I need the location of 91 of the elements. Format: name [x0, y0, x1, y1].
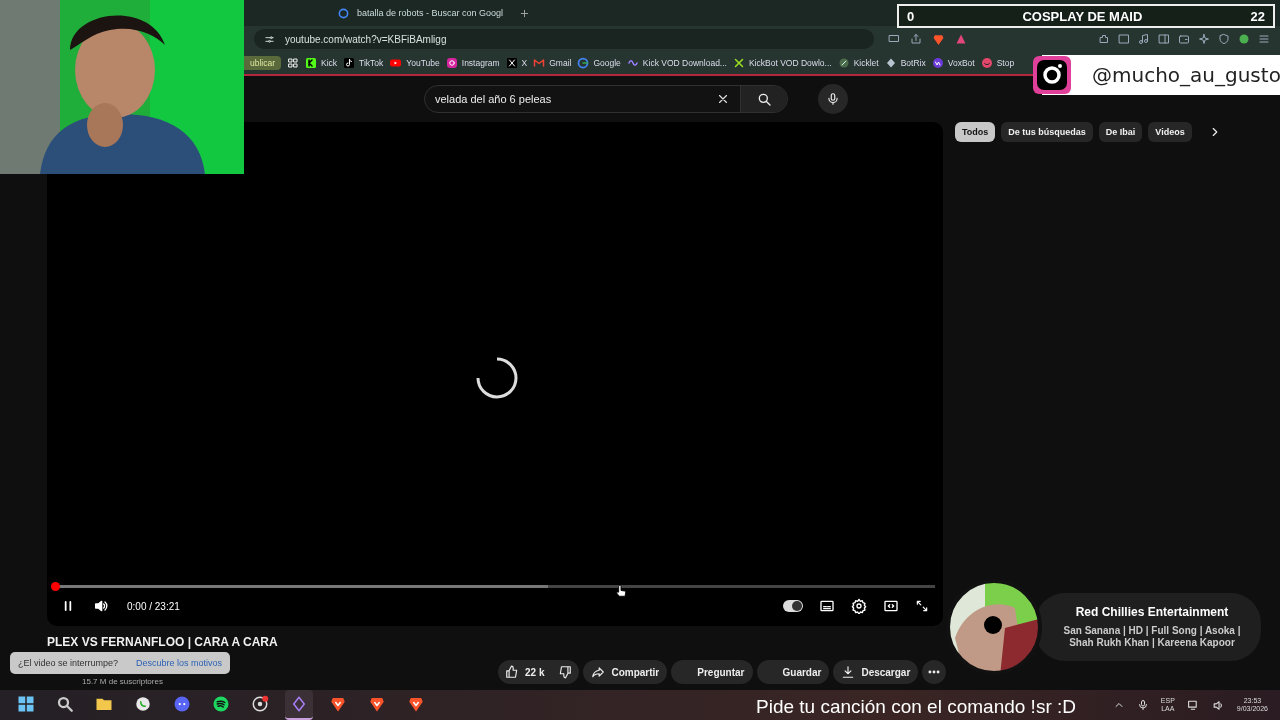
download-icon — [841, 665, 856, 679]
smile-icon — [980, 57, 993, 69]
search-field[interactable]: velada del año 6 peleas — [424, 85, 788, 113]
subscriber-count: 15.7 M de suscriptores — [82, 677, 163, 686]
browser-tab[interactable]: batalla de robots - Buscar con Googl — [332, 3, 510, 23]
music-icon[interactable] — [212, 695, 230, 713]
windows-icon[interactable] — [17, 695, 35, 713]
volume-icon[interactable] — [93, 598, 109, 614]
music-note-icon[interactable] — [1138, 33, 1150, 45]
search-icon[interactable] — [56, 695, 74, 713]
instagram-handle: @mucho_au_gusto — [1092, 63, 1280, 87]
toast-link[interactable]: Descubre los motivos — [136, 658, 223, 668]
menu-icon[interactable] — [1258, 33, 1270, 45]
progress-thumb[interactable] — [51, 582, 60, 591]
bookmark[interactable]: VoxBot — [931, 57, 975, 69]
network-icon[interactable] — [1186, 698, 1200, 712]
bookmark[interactable]: Kick — [305, 57, 338, 69]
video-title: PLEX VS FERNANFLOO | CARA A CARA — [47, 635, 278, 649]
toast-message: ¿El video se interrumpe? — [18, 658, 119, 668]
sidebar-icon[interactable] — [1158, 33, 1170, 45]
video-player[interactable]: 0:00 / 23:21 — [47, 122, 943, 626]
play-icon — [389, 57, 403, 69]
mail-icon — [533, 57, 546, 69]
chat-command-text: Pide tu canción con el comando !sr :D — [756, 696, 1076, 718]
instagram-icon — [1032, 55, 1072, 95]
autoplay-toggle[interactable] — [783, 600, 803, 612]
microphone-icon — [826, 92, 840, 106]
controller-icon[interactable] — [173, 695, 191, 713]
profile-icon[interactable] — [1238, 33, 1250, 45]
bookmark[interactable]: YouTube — [389, 57, 440, 69]
microphone-button[interactable] — [818, 84, 848, 114]
volume-icon[interactable] — [1211, 698, 1225, 712]
filter-chip[interactable]: De tus búsquedas — [1001, 122, 1093, 142]
tune-icon — [264, 33, 275, 45]
sparkle-icon[interactable] — [1198, 33, 1210, 45]
share-icon[interactable] — [910, 33, 922, 45]
chat-icon[interactable] — [134, 695, 152, 713]
plus-icon[interactable] — [519, 7, 531, 19]
shield-icon[interactable] — [1218, 33, 1230, 45]
triangle-icon[interactable] — [955, 33, 967, 45]
bookmark[interactable]: KickBot VOD Dowlo... — [732, 57, 832, 69]
microphone-icon[interactable] — [1136, 699, 1149, 711]
gem-icon — [884, 57, 897, 69]
filter-chip[interactable]: Videos — [1148, 122, 1192, 142]
camera-icon — [445, 57, 458, 69]
badge-icon — [931, 57, 944, 69]
wave-icon — [626, 57, 639, 69]
hand-cursor-icon — [614, 583, 628, 599]
filter-chip[interactable]: De Ibai — [1098, 122, 1143, 142]
action-button[interactable]: Descargar — [833, 660, 919, 684]
address-bar[interactable]: youtube.com/watch?v=KBFiBAmligg — [254, 29, 874, 49]
bookmark[interactable]: Google — [577, 57, 621, 69]
kick-icon — [305, 57, 318, 69]
bookmark[interactable]: Instagram — [445, 57, 500, 69]
theater-icon[interactable] — [883, 598, 899, 614]
like-button[interactable]: 22 k — [498, 660, 552, 684]
monitor-icon[interactable] — [888, 33, 900, 45]
bookmark[interactable]: Stop — [980, 57, 1015, 69]
wallet-icon[interactable] — [1178, 33, 1190, 45]
x-icon — [505, 57, 518, 69]
window-icon[interactable] — [1118, 33, 1130, 45]
song-artist: Red Chillies Entertainment — [1074, 605, 1230, 619]
thumbs-up-icon — [505, 665, 519, 679]
time-display: 0:00 / 23:21 — [127, 600, 180, 612]
fullscreen-icon[interactable] — [915, 599, 929, 613]
action-button[interactable]: Guardar — [756, 660, 830, 684]
more-button[interactable] — [922, 660, 947, 684]
settings-icon[interactable] — [851, 598, 867, 614]
share-icon — [591, 665, 606, 679]
record-icon[interactable] — [251, 695, 269, 713]
note-icon — [343, 57, 356, 69]
close-icon[interactable] — [716, 92, 730, 106]
search-icon[interactable] — [756, 91, 772, 107]
bookmark[interactable]: TikTok — [343, 57, 384, 69]
bookmark[interactable]: Gmail — [533, 57, 572, 69]
diamond-icon[interactable] — [290, 695, 308, 713]
captions-icon[interactable] — [819, 598, 835, 614]
action-button[interactable]: Preguntar — [671, 660, 753, 684]
score: 0 — [907, 8, 915, 24]
scoreboard-title: COSPLAY DE MAID — [1021, 8, 1144, 24]
filter-chip[interactable]: Todos — [955, 122, 996, 142]
apps-icon[interactable] — [287, 57, 300, 69]
bookmark[interactable]: Kicklet — [837, 57, 879, 69]
bookmark[interactable]: ublicar — [244, 56, 282, 70]
thumbs-down-icon — [558, 665, 573, 679]
bookmark[interactable]: Kick VOD Download... — [626, 57, 727, 69]
bookmark[interactable]: X — [505, 57, 528, 69]
bookmark[interactable]: BotRix — [884, 57, 926, 69]
score: 22 — [1250, 8, 1265, 24]
song-title: San Sanana | HD | Full Song | Asoka | Shah Rukh Khan | Kareena Kapoor — [1062, 625, 1242, 649]
action-button[interactable]: Compartir — [583, 660, 668, 684]
